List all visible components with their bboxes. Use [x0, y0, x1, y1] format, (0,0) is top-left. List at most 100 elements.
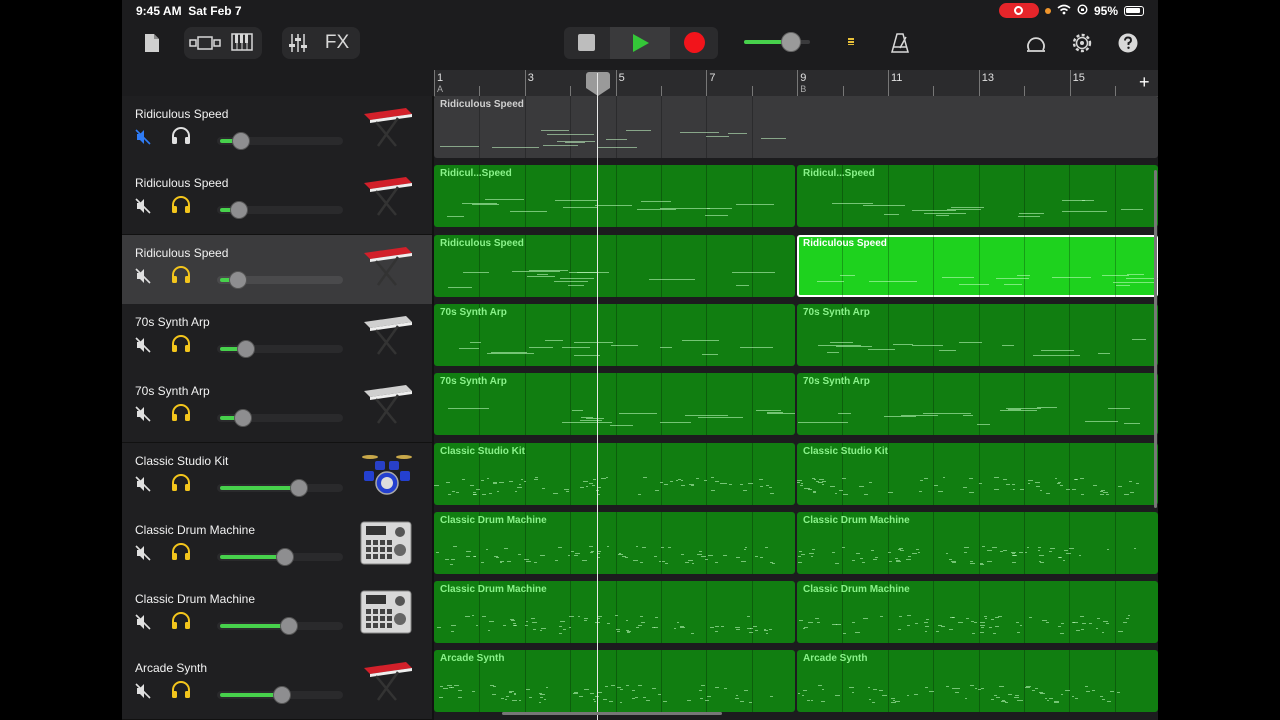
- solo-headphones-icon[interactable]: [171, 612, 191, 630]
- ruler-bar-number: 13: [981, 72, 995, 84]
- track-volume-slider[interactable]: [217, 478, 343, 497]
- track-volume-knob[interactable]: [289, 478, 308, 497]
- track-region[interactable]: Arcade Synth: [434, 650, 795, 713]
- track-region[interactable]: 70s Synth Arp: [797, 373, 1158, 436]
- track-region[interactable]: Classic Studio Kit: [434, 442, 795, 505]
- track-region[interactable]: 70s Synth Arp: [434, 303, 795, 366]
- mute-speaker-icon[interactable]: [135, 337, 151, 353]
- solo-headphones-icon[interactable]: [171, 334, 191, 353]
- solo-headphones-icon[interactable]: [171, 681, 191, 699]
- track-region[interactable]: Ridiculous Speed: [434, 234, 795, 297]
- drum-machine-icon[interactable]: [360, 589, 414, 639]
- track-region[interactable]: 70s Synth Arp: [797, 303, 1158, 366]
- track-header[interactable]: Ridiculous Speed: [122, 96, 432, 166]
- drum-kit-icon[interactable]: [360, 451, 414, 501]
- horizontal-scrollbar[interactable]: [502, 712, 722, 715]
- master-volume-slider[interactable]: [744, 32, 810, 52]
- track-volume-knob[interactable]: [229, 270, 248, 289]
- track-volume-slider[interactable]: [217, 617, 343, 636]
- track-region[interactable]: Arcade Synth: [797, 650, 1158, 713]
- track-volume-slider[interactable]: [217, 132, 343, 150]
- solo-headphones-icon[interactable]: [171, 127, 191, 145]
- mixer-sliders-icon[interactable]: [286, 32, 310, 54]
- track-lane: Classic Drum Machine Classic Drum Machine: [434, 511, 1158, 581]
- keyboard-red-icon[interactable]: [360, 243, 414, 293]
- solo-headphones-icon[interactable]: [171, 196, 191, 214]
- record-button[interactable]: [684, 32, 705, 53]
- master-volume-knob[interactable]: [781, 32, 802, 52]
- track-volume-knob[interactable]: [231, 132, 250, 150]
- track-volume-slider[interactable]: [217, 547, 343, 566]
- ruler-bar-number: 3: [527, 72, 534, 84]
- mute-speaker-icon[interactable]: [135, 545, 151, 561]
- metronome-icon[interactable]: [888, 31, 912, 55]
- fx-button[interactable]: FX: [320, 31, 354, 55]
- track-region[interactable]: 70s Synth Arp: [434, 373, 795, 436]
- playhead-handle[interactable]: [586, 72, 610, 96]
- track-volume-slider[interactable]: [217, 339, 343, 358]
- track-volume-slider[interactable]: [217, 270, 343, 289]
- track-volume-slider[interactable]: [217, 686, 343, 705]
- track-region[interactable]: Classic Studio Kit: [797, 442, 1158, 505]
- keyboard-silver-icon[interactable]: [360, 381, 414, 431]
- solo-headphones-icon[interactable]: [171, 542, 191, 561]
- track-region[interactable]: Ridicul...Speed: [434, 165, 795, 228]
- track-region[interactable]: Ridiculous Speed: [434, 96, 1158, 158]
- help-icon[interactable]: [1116, 31, 1140, 55]
- add-section-icon[interactable]: +: [1139, 72, 1150, 93]
- track-region[interactable]: Classic Drum Machine: [797, 581, 1158, 644]
- track-lane: Classic Drum Machine Classic Drum Machine: [434, 581, 1158, 650]
- track-header[interactable]: 70s Synth Arp: [122, 303, 432, 374]
- track-region[interactable]: Classic Drum Machine: [434, 511, 795, 574]
- track-volume-slider[interactable]: [217, 201, 343, 220]
- mute-speaker-icon[interactable]: [135, 268, 151, 284]
- screen-recording-icon[interactable]: [998, 3, 1039, 18]
- track-region[interactable]: Classic Drum Machine: [797, 511, 1158, 574]
- region-label: Classic Studio Kit: [803, 445, 889, 457]
- settings-gear-icon[interactable]: [1070, 31, 1094, 55]
- keyboard-silver-icon[interactable]: [360, 312, 414, 362]
- track-headers: Ridiculous Speed Ridiculous Speed Ridiculo…: [122, 96, 432, 720]
- track-volume-slider[interactable]: [217, 409, 343, 428]
- mute-speaker-icon[interactable]: [135, 475, 151, 492]
- track-volume-knob[interactable]: [275, 547, 294, 566]
- track-region[interactable]: Classic Drum Machine: [434, 581, 795, 644]
- solo-headphones-icon[interactable]: [171, 473, 191, 492]
- track-volume-knob[interactable]: [279, 617, 298, 636]
- mute-speaker-icon[interactable]: [135, 129, 151, 145]
- track-header[interactable]: Classic Drum Machine: [122, 511, 432, 582]
- track-region[interactable]: Ridicul...Speed: [797, 165, 1158, 228]
- track-region[interactable]: Ridiculous Speed: [797, 234, 1158, 297]
- mute-speaker-icon[interactable]: [135, 683, 151, 699]
- solo-headphones-icon[interactable]: [171, 265, 191, 284]
- track-header[interactable]: 70s Synth Arp: [122, 373, 432, 444]
- keyboard-red-icon[interactable]: [360, 104, 414, 154]
- keyboard-view-icon[interactable]: [230, 32, 254, 52]
- track-header[interactable]: Classic Studio Kit: [122, 442, 432, 513]
- track-volume-knob[interactable]: [230, 201, 249, 220]
- keyboard-red-icon[interactable]: [360, 173, 414, 223]
- tracks-view-icon[interactable]: [188, 34, 222, 52]
- solo-headphones-icon[interactable]: [171, 404, 191, 422]
- stop-button[interactable]: [578, 34, 595, 51]
- track-header[interactable]: Ridiculous Speed: [122, 165, 432, 236]
- ruler-bar-number: 5: [618, 72, 625, 84]
- loop-browser-icon[interactable]: [1024, 31, 1048, 55]
- track-header[interactable]: Ridiculous Speed: [122, 234, 432, 305]
- mute-speaker-icon[interactable]: [135, 406, 151, 422]
- timeline-ruler[interactable]: 1 3 5 7 9 11 13 15 A B: [434, 70, 1158, 97]
- playhead-line: [597, 73, 598, 720]
- track-volume-knob[interactable]: [273, 686, 292, 705]
- keyboard-red-icon[interactable]: [360, 658, 414, 708]
- track-header[interactable]: Classic Drum Machine: [122, 581, 432, 652]
- mute-speaker-icon[interactable]: [135, 198, 151, 214]
- track-volume-knob[interactable]: [234, 409, 253, 428]
- drum-machine-icon[interactable]: [360, 520, 414, 570]
- my-songs-icon[interactable]: [142, 31, 162, 55]
- track-name: Classic Studio Kit: [135, 453, 229, 468]
- mute-speaker-icon[interactable]: [135, 614, 151, 630]
- vertical-scrollbar[interactable]: [1154, 170, 1157, 508]
- play-button[interactable]: [610, 27, 670, 59]
- track-volume-knob[interactable]: [236, 339, 255, 358]
- track-header[interactable]: Arcade Synth: [122, 650, 432, 720]
